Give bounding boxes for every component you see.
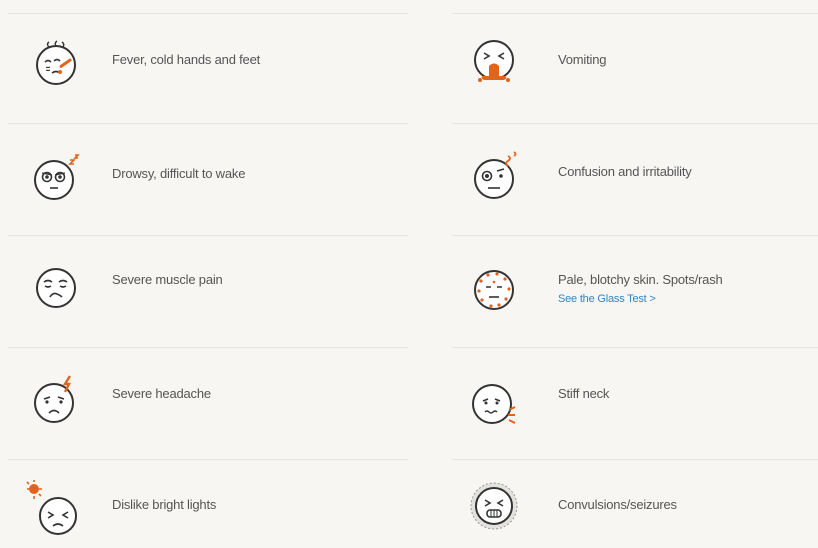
symptom-label: Stiff neck — [558, 386, 610, 401]
symptom-label: Convulsions/seizures — [558, 497, 677, 512]
seizure-face-icon — [470, 482, 518, 530]
pain-face-icon — [32, 264, 80, 312]
symptom-muscle-pain: Severe muscle pain — [8, 235, 408, 348]
symptom-drowsy: Drowsy, difficult to wake — [8, 123, 408, 236]
headache-face-icon — [32, 372, 80, 423]
confused-face-icon — [470, 151, 518, 200]
symptom-label: Dislike bright lights — [112, 497, 217, 512]
vomiting-face-icon — [470, 36, 518, 84]
stiff-neck-face-icon — [470, 380, 518, 428]
symptom-label: Pale, blotchy skin. Spots/rash — [558, 272, 723, 287]
symptom-label: Confusion and irritability — [558, 164, 692, 179]
glass-test-link[interactable]: See the Glass Test > — [558, 293, 656, 305]
symptom-bright-lights: Dislike bright lights — [8, 459, 408, 548]
light-sensitivity-face-icon — [26, 480, 80, 535]
symptom-label: Drowsy, difficult to wake — [112, 166, 246, 181]
symptom-headache: Severe headache — [8, 347, 408, 460]
symptom-label: Severe muscle pain — [112, 272, 223, 287]
symptom-vomiting: Vomiting — [452, 13, 818, 124]
drowsy-face-icon — [32, 154, 80, 202]
symptom-label: Fever, cold hands and feet — [112, 52, 261, 67]
symptom-fever: Fever, cold hands and feet — [8, 13, 408, 124]
symptom-rash: Pale, blotchy skin. Spots/rash See the G… — [452, 235, 818, 348]
symptom-confusion: Confusion and irritability — [452, 123, 818, 236]
symptoms-column-right: Vomiting Confusion and irritability Pale… — [452, 0, 818, 547]
symptom-stiff-neck: Stiff neck — [452, 347, 818, 460]
symptom-label: Severe headache — [112, 386, 211, 401]
symptoms-grid: Fever, cold hands and feet Drowsy, diffi… — [0, 0, 818, 547]
symptom-label: Vomiting — [558, 52, 607, 67]
symptoms-column-left: Fever, cold hands and feet Drowsy, diffi… — [8, 0, 408, 547]
fever-face-icon — [32, 40, 80, 88]
symptom-seizures: Convulsions/seizures — [452, 459, 818, 548]
rash-face-icon — [470, 266, 518, 314]
